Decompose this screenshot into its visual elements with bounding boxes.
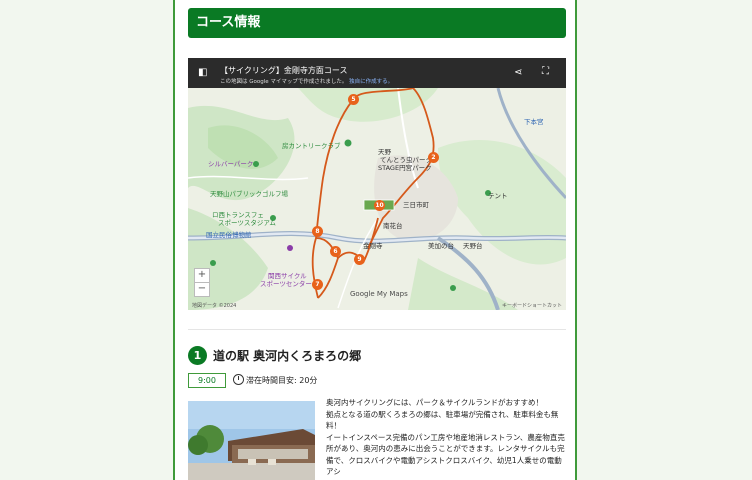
route-marker[interactable]: 10 <box>374 200 385 211</box>
section-header: コース情報 <box>188 8 566 38</box>
step-title: 道の駅 奥河内くろまろの郷 <box>213 349 362 363</box>
map-label-shimo: 下本宮 <box>524 118 544 126</box>
description-line: イートインスペース完備のパン工房や地産地消レストラン、農産物直売所があり、奥河内… <box>326 432 565 477</box>
map-label-golf: 天野山パブリックゴルフ場 <box>210 190 288 198</box>
clock-icon <box>233 374 244 385</box>
map-label-minamino: 南花台 <box>383 222 403 230</box>
map-label-sports2: スポーツスタジアム <box>218 219 276 227</box>
map-label-cycle-center2: スポーツセンター <box>260 280 312 288</box>
zoom-in-button[interactable]: + <box>194 268 210 283</box>
stay-time: 滞在時間目安: 20分 <box>246 376 318 385</box>
map-subtitle: この地図は Google マイマップで作成されました。 独自に作成する。 <box>220 77 393 85</box>
map-label-museum: 国立民俗博物館 <box>206 231 252 239</box>
content-panel: コース情報 ◧ 【サイクリング】金剛寺方面コース この地図は Google マイ… <box>173 0 577 480</box>
embedded-map[interactable]: ◧ 【サイクリング】金剛寺方面コース この地図は Google マイマップで作成… <box>188 58 566 310</box>
share-icon[interactable]: ⋖ <box>514 67 522 78</box>
route-marker[interactable]: 2 <box>428 152 439 163</box>
map-topbar: ◧ 【サイクリング】金剛寺方面コース この地図は Google マイマップで作成… <box>188 58 566 88</box>
map-label-tent: テント <box>488 192 508 200</box>
route-marker[interactable]: 8 <box>312 226 323 237</box>
sidebar-toggle-icon[interactable]: ◧ <box>198 67 207 78</box>
route-marker[interactable]: 9 <box>354 254 365 265</box>
create-map-link[interactable]: 独自に作成する。 <box>349 79 393 85</box>
fullscreen-icon[interactable]: ⛶ <box>542 66 549 77</box>
map-subtitle-text: この地図は Google マイマップで作成されました。 <box>220 79 348 85</box>
description-line: 奥河内サイクリングには、パーク＆サイクルランドがおすすめ！ <box>326 398 543 407</box>
step-description: 奥河内サイクリングには、パーク＆サイクルランドがおすすめ！ 拠点となる道の駅くろ… <box>326 397 566 478</box>
map-label-kongo: 金剛寺 <box>363 242 383 250</box>
map-label-stage: STAGE円宮パーク <box>378 164 432 172</box>
route-marker[interactable]: 6 <box>330 246 341 257</box>
station-photo <box>188 401 315 480</box>
map-canvas[interactable] <box>188 88 566 310</box>
map-title: 【サイクリング】金剛寺方面コース <box>220 66 348 75</box>
map-attribution[interactable]: 地図データ ©2024 <box>192 302 236 309</box>
zoom-out-button[interactable]: − <box>194 282 210 297</box>
keyboard-shortcuts[interactable]: キーボードショートカット <box>502 302 562 309</box>
google-logo: Google My Maps <box>350 290 408 298</box>
map-label-park: シルバーパーク <box>208 160 254 168</box>
map-label-sennan: 三日市町 <box>403 201 429 209</box>
step-number-badge: 1 <box>188 346 207 365</box>
map-label-hanasaki: 美加の台 <box>428 242 454 250</box>
route-marker[interactable]: 7 <box>312 279 323 290</box>
map-label-country-club: 房カントリークラブ <box>282 142 341 150</box>
route-marker[interactable]: 5 <box>348 94 359 105</box>
arrival-time: 9:00 <box>188 373 226 388</box>
divider <box>188 329 566 330</box>
description-line: 拠点となる道の駅くろまろの郷は、駐車場が完備され、駐車料金も無料！ <box>326 409 559 431</box>
map-label-minami2: 天野台 <box>463 242 483 250</box>
